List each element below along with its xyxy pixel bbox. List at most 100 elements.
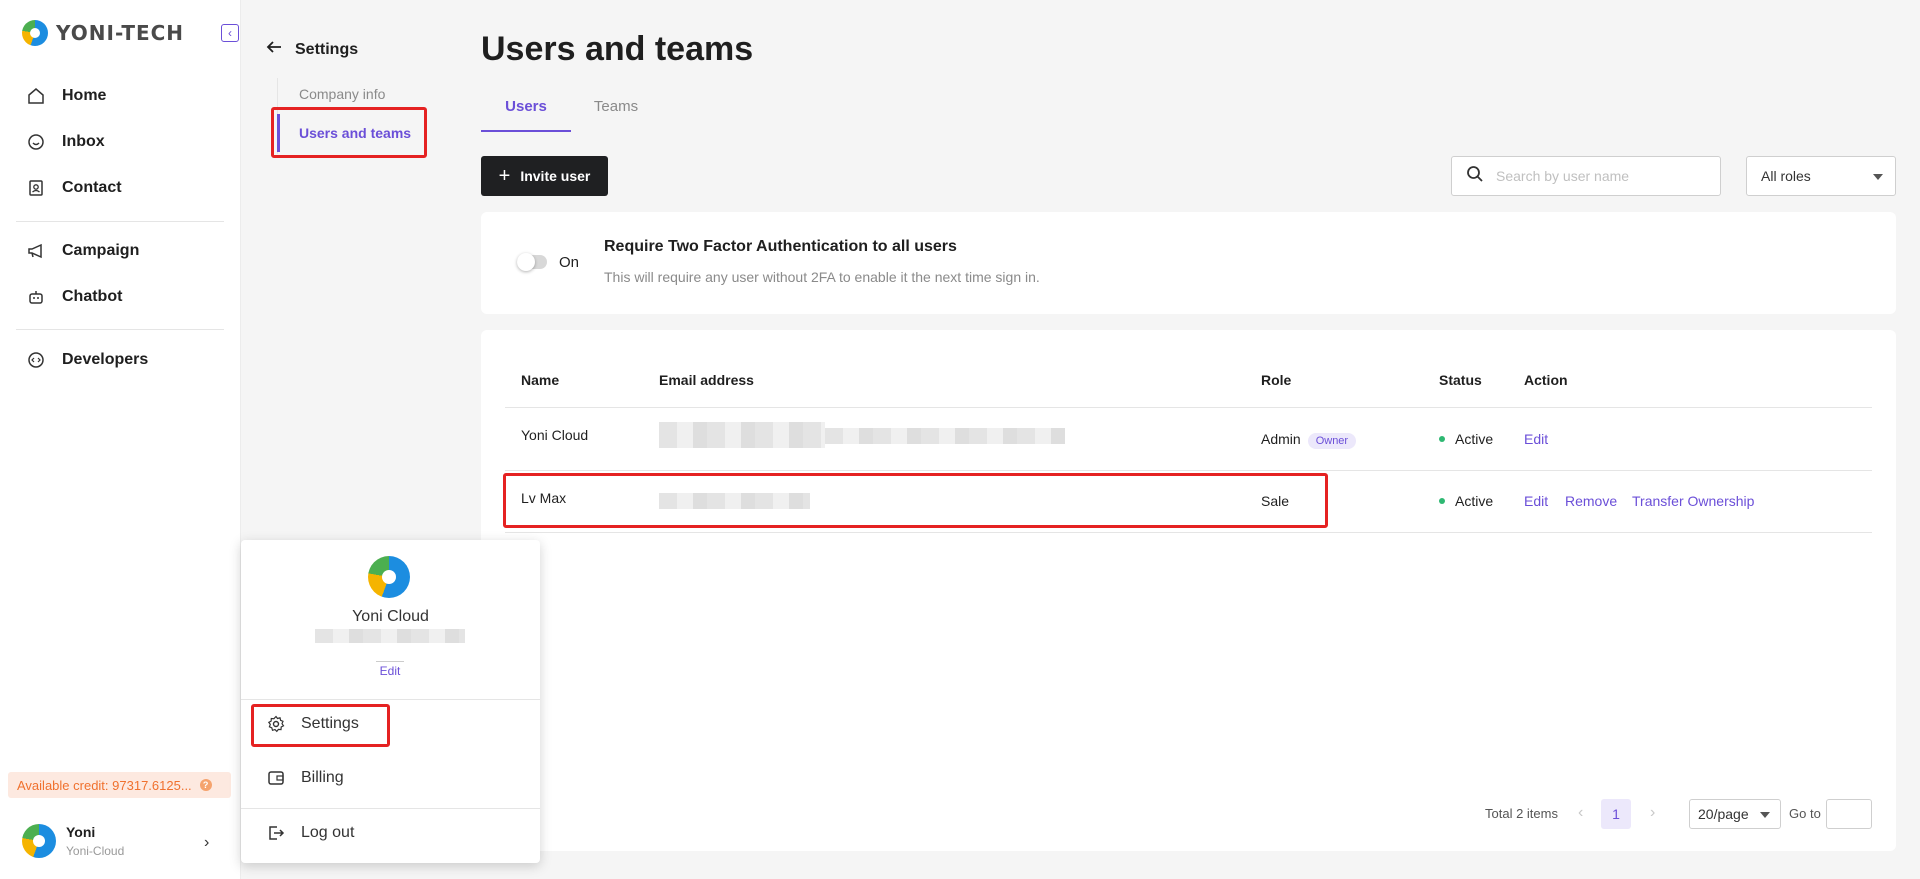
role-cell: Admin Owner	[1261, 431, 1357, 449]
robot-icon	[26, 287, 46, 307]
user-name: Yoni	[66, 824, 96, 840]
column-header-action: Action	[1524, 372, 1568, 388]
caret-down-icon	[1760, 812, 1770, 818]
inbox-icon	[26, 132, 46, 152]
two-factor-card	[481, 212, 1896, 314]
chevron-right-icon[interactable]: ›	[1650, 804, 1655, 822]
nav-item-label: Contact	[62, 179, 122, 196]
chevron-left-icon[interactable]: ‹	[1578, 804, 1583, 822]
column-header-role: Role	[1261, 372, 1292, 388]
status-value: Active	[1455, 493, 1494, 509]
avatar	[368, 556, 410, 598]
status-cell: Active	[1439, 431, 1493, 447]
left-sidebar: YONI-TECH ‹ Home Inbox Contact Campaign …	[0, 0, 241, 879]
arrow-left-icon	[265, 38, 283, 61]
highlight-box	[251, 704, 390, 747]
nav-item-contact[interactable]: Contact	[26, 178, 122, 198]
column-header-status: Status	[1439, 372, 1482, 388]
edit-user-link[interactable]: Edit	[1524, 493, 1548, 509]
two-factor-toggle[interactable]	[517, 253, 547, 271]
users-table-card	[481, 330, 1896, 851]
code-icon	[26, 350, 46, 370]
megaphone-icon	[26, 241, 46, 261]
goto-label: Go to	[1789, 806, 1821, 821]
nav-divider	[16, 329, 224, 330]
page-title: Users and teams	[481, 30, 754, 68]
settings-back[interactable]: Settings	[265, 38, 358, 61]
brand-name: YONI-TECH	[56, 21, 185, 45]
nav-item-chatbot[interactable]: Chatbot	[26, 287, 122, 307]
nav-item-label: Inbox	[62, 133, 105, 150]
role-filter-value: All roles	[1761, 168, 1811, 184]
column-header-email: Email address	[659, 372, 754, 388]
settings-title: Settings	[295, 40, 359, 58]
collapse-sidebar-button[interactable]: ‹	[221, 24, 239, 42]
status-value: Active	[1455, 431, 1494, 447]
contact-icon	[26, 178, 46, 198]
nav-item-developers[interactable]: Developers	[26, 350, 148, 370]
chevron-right-icon[interactable]: ›	[204, 834, 209, 852]
subnav-item-company-info[interactable]: Company info	[299, 86, 385, 102]
nav-item-campaign[interactable]: Campaign	[26, 241, 139, 261]
redacted-email	[825, 428, 1065, 444]
goto-page-input[interactable]	[1826, 799, 1872, 829]
nav-item-inbox[interactable]: Inbox	[26, 132, 105, 152]
status-dot-icon	[1439, 436, 1445, 442]
help-icon[interactable]: ?	[199, 779, 212, 791]
nav-item-label: Campaign	[62, 242, 140, 259]
menu-item-logout[interactable]: Log out	[267, 824, 354, 842]
row-divider	[505, 532, 1872, 533]
search-input[interactable]	[1496, 168, 1706, 184]
popover-divider	[241, 699, 540, 700]
nav-divider	[16, 221, 224, 222]
page-size-select[interactable]: 20/page	[1689, 799, 1781, 829]
tab-teams[interactable]: Teams	[571, 96, 661, 132]
search-icon	[1466, 165, 1484, 188]
user-menu-trigger[interactable]: Yoni Yoni-Cloud	[22, 824, 124, 858]
wallet-icon	[267, 769, 285, 787]
caret-down-icon	[1873, 174, 1883, 180]
highlight-box	[503, 473, 1328, 528]
popover-user-name: Yoni Cloud	[352, 608, 429, 625]
column-header-name: Name	[521, 372, 560, 388]
status-dot-icon	[1439, 498, 1445, 504]
avatar	[22, 824, 56, 858]
nav-item-home[interactable]: Home	[26, 86, 106, 106]
tab-users[interactable]: Users	[481, 96, 571, 132]
redacted-email	[315, 629, 465, 643]
highlight-box	[271, 107, 427, 158]
user-org: Yoni-Cloud	[66, 844, 125, 858]
edit-profile-link[interactable]: Edit	[376, 661, 404, 678]
two-factor-title: Require Two Factor Authentication to all…	[604, 238, 957, 255]
row-divider	[505, 470, 1872, 471]
remove-user-link[interactable]: Remove	[1565, 493, 1617, 509]
tab-bar: Users Teams	[481, 96, 661, 132]
total-items: Total 2 items	[1485, 806, 1558, 821]
menu-item-label: Log out	[301, 824, 355, 841]
popover-divider	[241, 808, 540, 809]
credit-text: Available credit: 97317.6125...	[17, 777, 192, 793]
invite-user-label: Invite user	[520, 168, 591, 184]
nav-item-label: Chatbot	[62, 288, 123, 305]
nav-item-label: Developers	[62, 351, 149, 368]
role-filter-select[interactable]: All roles	[1746, 156, 1896, 196]
logo-icon	[22, 20, 48, 46]
invite-user-button[interactable]: + Invite user	[481, 156, 608, 196]
home-icon	[26, 86, 46, 106]
page-button-current[interactable]: 1	[1601, 799, 1631, 829]
redacted-email	[659, 422, 825, 448]
menu-item-label: Billing	[301, 769, 344, 786]
brand-logo[interactable]: YONI-TECH	[22, 20, 184, 46]
edit-user-link[interactable]: Edit	[1524, 431, 1548, 447]
role-value: Admin	[1261, 431, 1301, 447]
toggle-label: On	[559, 254, 580, 271]
page-size-value: 20/page	[1698, 806, 1749, 822]
two-factor-description: This will require any user without 2FA t…	[604, 269, 1040, 285]
status-cell: Active	[1439, 493, 1493, 509]
user-name-cell: Yoni Cloud	[521, 427, 589, 443]
plus-icon: +	[498, 164, 511, 187]
menu-item-billing[interactable]: Billing	[267, 769, 344, 787]
transfer-ownership-link[interactable]: Transfer Ownership	[1632, 493, 1754, 509]
table-header-divider	[505, 407, 1872, 408]
nav-item-label: Home	[62, 87, 107, 104]
